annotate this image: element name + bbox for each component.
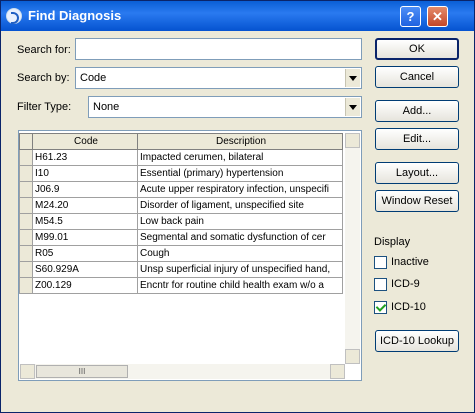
row-indicator xyxy=(19,197,33,214)
table-header-row: Code Description xyxy=(19,133,343,150)
description-cell: Acute upper respiratory infection, unspe… xyxy=(137,181,343,198)
description-cell: Disorder of ligament, unspecified site xyxy=(137,197,343,214)
filter-type-select[interactable]: None xyxy=(88,96,362,118)
search-by-label: Search by: xyxy=(17,72,70,84)
row-indicator xyxy=(19,261,33,278)
search-by-dropdown-icon[interactable] xyxy=(345,69,360,87)
code-cell: M24.20 xyxy=(32,197,138,214)
diagnosis-table: Code Description H61.23 Impacted cerumen,… xyxy=(19,133,343,294)
table-row[interactable]: H61.23 Impacted cerumen, bilateral xyxy=(19,149,343,166)
code-cell: R05 xyxy=(32,245,138,262)
column-header-description[interactable]: Description xyxy=(137,133,343,150)
code-cell: M54.5 xyxy=(32,213,138,230)
horizontal-scroll-thumb[interactable]: III xyxy=(36,365,128,378)
icd10-checkbox[interactable] xyxy=(374,301,387,314)
vertical-scrollbar[interactable] xyxy=(345,133,360,364)
icd9-checkbox-label[interactable]: ICD-9 xyxy=(391,278,420,290)
search-for-label: Search for: xyxy=(17,44,71,56)
search-for-input[interactable] xyxy=(75,38,362,60)
scroll-left-arrow-icon[interactable] xyxy=(20,364,35,379)
row-indicator xyxy=(19,181,33,198)
filter-type-value: None xyxy=(93,101,120,113)
close-button[interactable]: ✕ xyxy=(427,6,448,27)
app-icon xyxy=(6,8,22,24)
description-cell: Encntr for routine child health exam w/o… xyxy=(137,277,343,294)
help-button[interactable]: ? xyxy=(400,6,421,27)
table-row[interactable]: M54.5 Low back pain xyxy=(19,213,343,230)
table-row[interactable]: M99.01 Segmental and somatic dysfunction … xyxy=(19,229,343,246)
filter-type-label: Filter Type: xyxy=(17,101,72,113)
code-cell: H61.23 xyxy=(32,149,138,166)
edit-button[interactable]: Edit... xyxy=(375,128,459,150)
search-by-value: Code xyxy=(80,72,107,84)
filter-type-dropdown-icon[interactable] xyxy=(345,98,360,116)
table-row[interactable]: S60.929A Unsp superficial injury of unspe… xyxy=(19,261,343,278)
code-cell: Z00.129 xyxy=(32,277,138,294)
code-cell: S60.929A xyxy=(32,261,138,278)
code-cell: I10 xyxy=(32,165,138,182)
scroll-right-arrow-icon[interactable] xyxy=(330,364,345,379)
window-reset-button[interactable]: Window Reset xyxy=(375,190,459,212)
window-title: Find Diagnosis xyxy=(28,8,122,23)
row-indicator xyxy=(19,213,33,230)
description-cell: Segmental and somatic dysfunction of cer xyxy=(137,229,343,246)
scroll-down-arrow-icon[interactable] xyxy=(345,349,360,364)
layout-button[interactable]: Layout... xyxy=(375,162,459,184)
add-button[interactable]: Add... xyxy=(375,100,459,122)
row-indicator xyxy=(19,165,33,182)
icd10-lookup-button[interactable]: ICD-10 Lookup xyxy=(375,330,459,352)
row-indicator xyxy=(19,149,33,166)
icd10-checkbox-label[interactable]: ICD-10 xyxy=(391,301,426,313)
ok-button[interactable]: OK xyxy=(375,38,459,60)
title-bar[interactable]: Find Diagnosis ? ✕ xyxy=(1,1,474,31)
table-row[interactable]: M24.20 Disorder of ligament, unspecified … xyxy=(19,197,343,214)
table-row[interactable]: I10 Essential (primary) hypertension xyxy=(19,165,343,182)
cancel-button[interactable]: Cancel xyxy=(375,66,459,88)
icd9-checkbox[interactable] xyxy=(374,278,387,291)
code-cell: M99.01 xyxy=(32,229,138,246)
inactive-checkbox-label[interactable]: Inactive xyxy=(391,256,429,268)
diagnosis-grid[interactable]: Code Description H61.23 Impacted cerumen,… xyxy=(18,130,362,381)
code-cell: J06.9 xyxy=(32,181,138,198)
row-indicator xyxy=(19,229,33,246)
description-cell: Cough xyxy=(137,245,343,262)
find-diagnosis-dialog: Find Diagnosis ? ✕ Search for: Search by… xyxy=(0,0,475,413)
description-cell: Unsp superficial injury of unspecified h… xyxy=(137,261,343,278)
description-cell: Low back pain xyxy=(137,213,343,230)
inactive-checkbox[interactable] xyxy=(374,256,387,269)
search-by-select[interactable]: Code xyxy=(75,67,362,89)
display-group-label: Display xyxy=(374,236,411,248)
row-indicator-header xyxy=(19,133,33,150)
table-row[interactable]: Z00.129 Encntr for routine child health e… xyxy=(19,277,343,294)
table-row[interactable]: J06.9 Acute upper respiratory infection, … xyxy=(19,181,343,198)
table-row[interactable]: R05 Cough xyxy=(19,245,343,262)
column-header-code[interactable]: Code xyxy=(32,133,138,150)
row-indicator xyxy=(19,245,33,262)
scroll-up-arrow-icon[interactable] xyxy=(345,133,360,148)
description-cell: Essential (primary) hypertension xyxy=(137,165,343,182)
horizontal-scrollbar[interactable]: III xyxy=(20,364,345,379)
row-indicator xyxy=(19,277,33,294)
description-cell: Impacted cerumen, bilateral xyxy=(137,149,343,166)
